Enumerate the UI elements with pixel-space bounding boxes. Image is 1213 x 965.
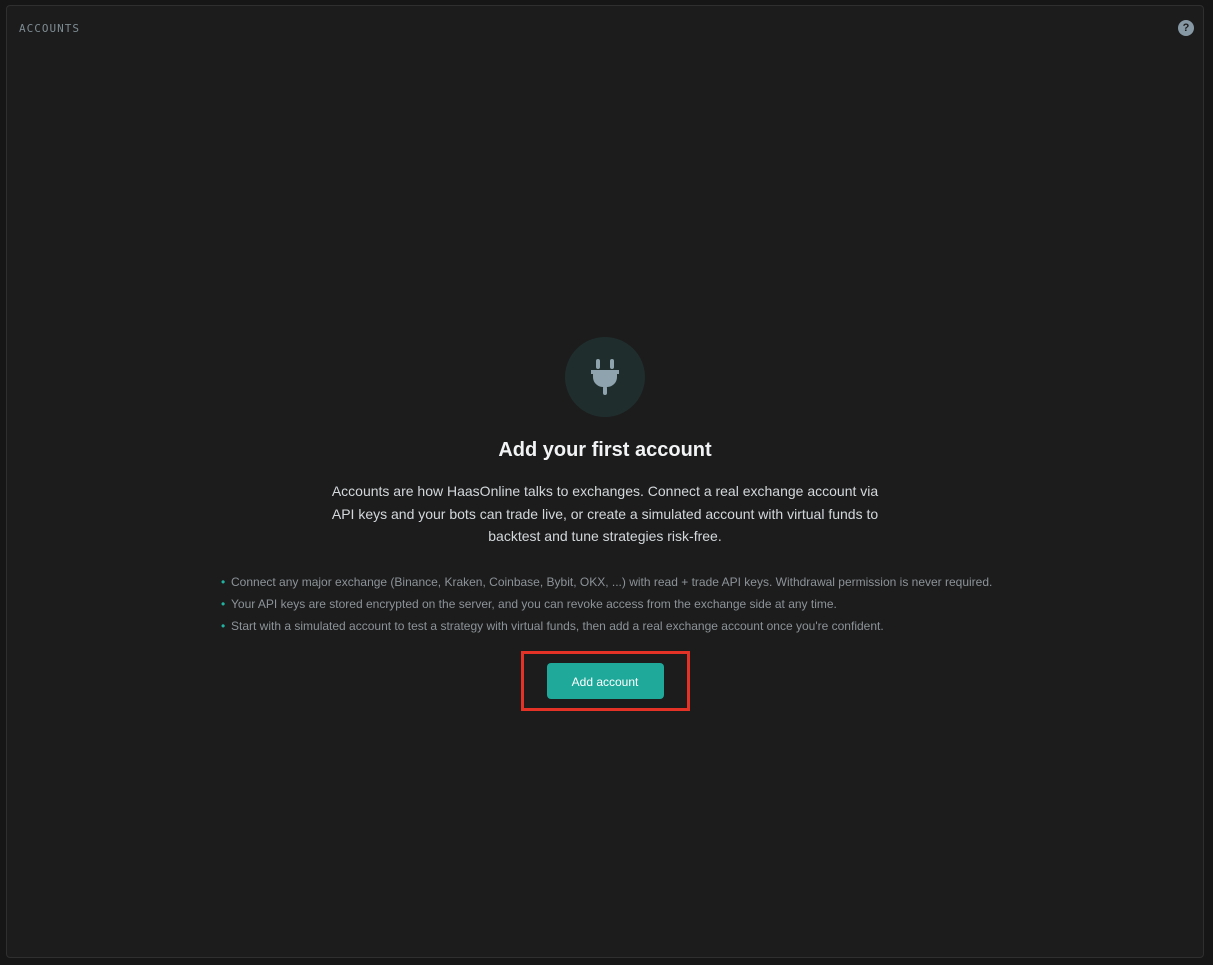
plug-icon-circle [565,337,645,417]
bullet-icon: • [221,618,226,633]
empty-state: Add your first account Accounts are how … [7,337,1203,711]
tip-item: • Connect any major exchange (Binance, Kr… [221,571,1203,593]
panel-title: ACCOUNTS [19,22,80,35]
highlight-box: Add account [520,650,690,711]
question-mark-icon[interactable]: ? [1178,20,1194,36]
empty-state-headline: Add your first account [498,439,712,461]
empty-state-description: Accounts are how HaasOnline talks to exc… [331,483,879,544]
tip-text: Start with a simulated account to test a… [231,618,884,633]
tip-item: • Start with a simulated account to test … [221,615,1203,637]
accounts-panel: ACCOUNTS ? Add your first account Accoun… [6,5,1204,958]
add-account-button[interactable]: Add account [546,662,664,699]
bullet-icon: • [221,596,226,611]
bullet-icon: • [221,574,226,589]
tips-list: • Connect any major exchange (Binance, Kr… [221,571,1203,637]
plug-icon [591,359,619,395]
tip-item: • Your API keys are stored encrypted on t… [221,593,1203,615]
tip-text: Connect any major exchange (Binance, Kra… [231,574,993,589]
tip-text: Your API keys are stored encrypted on th… [231,596,837,611]
